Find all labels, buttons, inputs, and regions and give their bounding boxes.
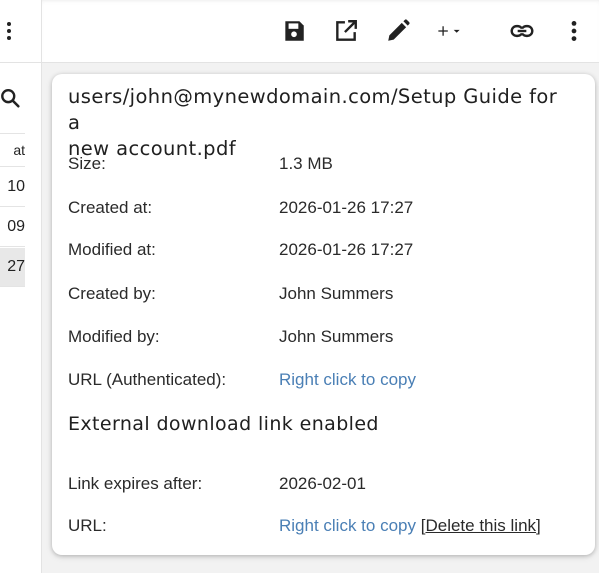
created-at-value: 2026-01-26 17:27 (279, 198, 414, 217)
modified-at-label: Modified at: (68, 240, 156, 259)
size-value: 1.3 MB (279, 154, 333, 173)
plus-dropdown-icon (438, 26, 460, 36)
external-link-heading: External download link enabled (68, 413, 379, 435)
bracket-close: ] (536, 516, 541, 535)
modified-at-value: 2026-01-26 17:27 (279, 240, 414, 259)
url-authenticated-link[interactable]: Right click to copy (279, 368, 416, 392)
save-button[interactable] (281, 18, 307, 44)
open-in-new-icon (336, 20, 357, 41)
more-vertical-icon (571, 21, 577, 41)
list-item[interactable]: 09 (0, 208, 25, 247)
column-header-modified-at[interactable]: at (0, 133, 25, 167)
search-icon[interactable] (0, 87, 22, 109)
link-expires-value: 2026-02-01 (279, 474, 366, 493)
delete-link[interactable]: Delete this link (425, 516, 536, 535)
created-by-value: John Summers (279, 284, 394, 303)
more-vertical-icon[interactable] (2, 20, 16, 44)
external-url-label: URL: (68, 516, 107, 535)
created-at-label: Created at: (68, 198, 153, 217)
save-icon (285, 21, 304, 41)
more-options-button[interactable] (561, 18, 587, 44)
file-list-panel: at 10 09 27 (0, 0, 42, 573)
link-button[interactable] (509, 18, 535, 44)
created-by-label: Created by: (68, 284, 156, 303)
link-icon (510, 24, 534, 38)
link-expires-label: Link expires after: (68, 474, 203, 493)
open-in-new-button[interactable] (333, 18, 359, 44)
file-details-card: users/john@mynewdomain.com/Setup Guide f… (52, 74, 595, 555)
app-root: at 10 09 27 users/john@mynewdomain.com/S… (0, 0, 599, 573)
size-label: Size: (68, 154, 106, 173)
file-path-line-1: users/john@mynewdomain.com/Setup Guide f… (68, 85, 558, 134)
external-url-value: Right click to copy [Delete this link] (279, 514, 541, 538)
toolbar (42, 0, 599, 63)
list-item[interactable]: 10 (0, 168, 25, 207)
pencil-icon (388, 19, 410, 41)
file-path-title: users/john@mynewdomain.com/Setup Guide f… (68, 84, 568, 162)
add-dropdown-button[interactable] (436, 18, 480, 44)
delete-link-wrapper: [Delete this link] (421, 516, 541, 535)
file-list-header (0, 0, 41, 63)
edit-button[interactable] (385, 18, 411, 44)
modified-by-value: John Summers (279, 327, 394, 346)
modified-by-label: Modified by: (68, 327, 160, 346)
url-authenticated-label: URL (Authenticated): (68, 370, 227, 389)
external-url-link[interactable]: Right click to copy (279, 516, 416, 535)
list-item-selected[interactable]: 27 (0, 248, 25, 287)
